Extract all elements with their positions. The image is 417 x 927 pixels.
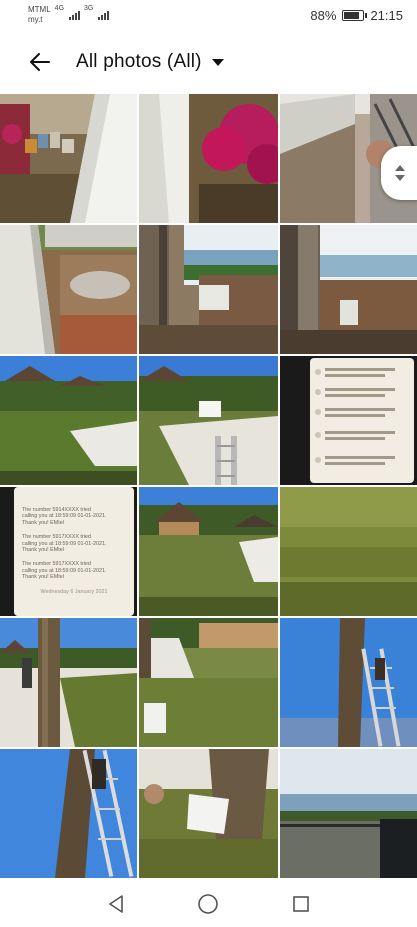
- carrier-name-1: MTML: [28, 5, 51, 14]
- phone-message: The number 5914XXXX tried calling you at…: [22, 507, 107, 526]
- back-button[interactable]: [26, 48, 54, 76]
- toolbar: All photos (All): [0, 38, 417, 86]
- photo-trunk-ladder: [0, 749, 137, 878]
- photo-thumbnail[interactable]: [0, 749, 137, 878]
- photo-gallery-screen: MTML my.t 4G 3G 88% 21:15 All photos (Al…: [0, 0, 417, 927]
- phone-message: The number 5917XXXX tried calling you at…: [22, 561, 107, 581]
- photo-wall-rubble: [0, 225, 137, 354]
- battery-icon: [342, 9, 368, 21]
- circle-home-icon: [198, 893, 219, 914]
- photo-thumbnail[interactable]: [0, 618, 137, 747]
- photo-lawn: [280, 487, 417, 616]
- photo-huts-path: [139, 487, 278, 616]
- system-nav-bar: [0, 880, 417, 927]
- photo-garden-pots: [0, 94, 137, 223]
- phone-message: The number 5917XXXX tried calling you at…: [22, 534, 107, 554]
- signal-icon: [69, 10, 81, 20]
- album-selector[interactable]: All photos (All): [76, 51, 224, 73]
- photo-thumbnail[interactable]: [280, 356, 417, 485]
- back-arrow-icon: [30, 53, 50, 71]
- photo-garden-palm: [139, 618, 278, 747]
- battery-percent: 88%: [310, 7, 337, 23]
- photo-thumbnail[interactable]: [139, 749, 278, 878]
- photo-thumbnail[interactable]: The number 5914XXXX tried calling you at…: [0, 487, 137, 616]
- photo-thumbnail[interactable]: [139, 356, 278, 485]
- nav-recents-button[interactable]: [285, 888, 317, 920]
- clock: 21:15: [370, 7, 403, 23]
- photo-phone-messages: [280, 356, 417, 485]
- triangle-back-icon: [109, 894, 123, 913]
- carrier-name-2: my.t: [28, 15, 43, 24]
- carrier-info: MTML my.t 4G 3G: [28, 5, 110, 25]
- photo-thumbnail[interactable]: [0, 356, 137, 485]
- scroll-up-icon: [395, 165, 405, 171]
- photo-window-sea-view: [139, 225, 278, 354]
- scroll-down-icon: [395, 175, 405, 181]
- photo-grid: The number 5914XXXX tried calling you at…: [0, 94, 417, 880]
- photo-window-sea-view-2: [280, 225, 417, 354]
- photo-thumbnail[interactable]: [280, 618, 417, 747]
- fast-scroll-handle[interactable]: [381, 146, 417, 200]
- photo-thumbnail[interactable]: [280, 487, 417, 616]
- photo-thumbnail[interactable]: [280, 225, 417, 354]
- sim2-tech-label: 3G: [84, 5, 94, 12]
- photo-thumbnail[interactable]: [139, 618, 278, 747]
- signal-icon: [98, 10, 110, 20]
- page-title: All photos (All): [76, 51, 202, 72]
- status-right: 88% 21:15: [310, 8, 403, 23]
- photo-beach-palm: [0, 618, 137, 747]
- photo-trunk-box: [139, 749, 278, 878]
- photo-thumbnail[interactable]: [280, 749, 417, 878]
- nav-back-button[interactable]: [100, 888, 132, 920]
- dropdown-caret-icon: [211, 58, 224, 66]
- photo-sea-terrace: [280, 749, 417, 878]
- sim1-tech-label: 4G: [54, 5, 65, 12]
- phone-footer: Wednesday 6 January 2021: [40, 588, 108, 595]
- photo-thumbnail[interactable]: [139, 94, 278, 223]
- square-recents-icon: [293, 895, 309, 912]
- photo-wall-closeup: [139, 94, 278, 223]
- photo-resort-huts: [0, 356, 137, 485]
- status-bar: MTML my.t 4G 3G 88% 21:15: [0, 0, 417, 30]
- photo-thumbnail[interactable]: [139, 225, 278, 354]
- photo-beach-ladder: [139, 356, 278, 485]
- photo-palm-ladder: [280, 618, 417, 747]
- photo-thumbnail[interactable]: [0, 94, 137, 223]
- photo-thumbnail[interactable]: [139, 487, 278, 616]
- nav-home-button[interactable]: [192, 888, 224, 920]
- photo-thumbnail[interactable]: [0, 225, 137, 354]
- phone-screen: The number 5914XXXX tried calling you at…: [14, 487, 134, 616]
